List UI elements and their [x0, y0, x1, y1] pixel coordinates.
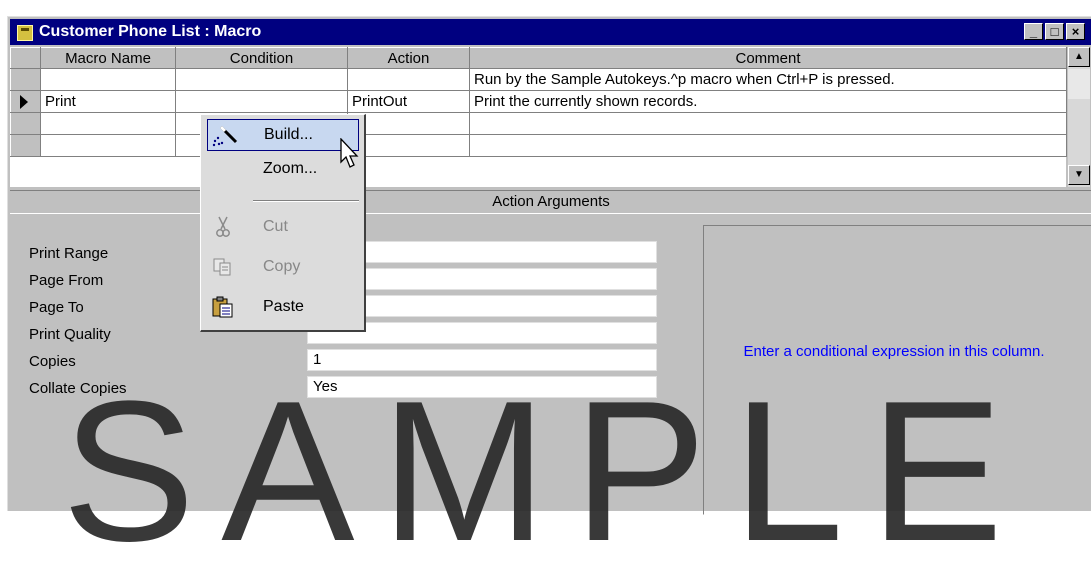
menu-item-build[interactable]: Build...	[207, 119, 359, 151]
comment-cell[interactable]: Print the currently shown records.	[469, 90, 1067, 113]
page-to-label: Page To	[29, 299, 84, 316]
scissors-icon	[211, 216, 235, 238]
page-from-label: Page From	[29, 272, 104, 289]
close-button[interactable]: ×	[1066, 23, 1085, 40]
macro-grid: Macro Name Condition Action Comment Run …	[10, 47, 1067, 187]
paste-clipboard-icon	[211, 296, 235, 318]
action-cell[interactable]: PrintOut	[347, 90, 470, 113]
header-corner[interactable]	[10, 47, 41, 69]
help-hint-text: Enter a conditional expression in this c…	[743, 343, 1045, 360]
copies-label: Copies	[29, 353, 76, 370]
condition-cell[interactable]	[175, 68, 348, 91]
build-wand-icon	[212, 125, 238, 147]
scroll-down-icon[interactable]: ▼	[1068, 165, 1090, 185]
current-row-pointer-icon	[20, 95, 28, 109]
comment-cell[interactable]	[469, 112, 1067, 135]
collate-copies-label: Collate Copies	[29, 380, 127, 397]
table-row	[10, 134, 1067, 157]
menu-item-cut[interactable]: Cut	[207, 211, 359, 243]
macro-name-cell[interactable]	[40, 68, 176, 91]
scroll-up-icon[interactable]: ▲	[1068, 47, 1090, 67]
print-range-label: Print Range	[29, 245, 109, 262]
macro-window-icon	[17, 25, 33, 41]
table-row	[10, 112, 1067, 135]
column-header-comment[interactable]: Comment	[469, 47, 1067, 69]
action-cell[interactable]	[347, 68, 470, 91]
scroll-thumb[interactable]	[1068, 69, 1090, 99]
menu-item-label: Build...	[264, 126, 313, 143]
menu-item-label: Paste	[263, 298, 304, 315]
table-row: Run by the Sample Autokeys.^p macro when…	[10, 68, 1067, 91]
maximize-button[interactable]: □	[1045, 23, 1064, 40]
row-selector[interactable]	[10, 90, 41, 113]
macro-name-cell[interactable]	[40, 112, 176, 135]
action-arguments-header: Action Arguments	[10, 190, 1091, 214]
column-header-macro-name[interactable]: Macro Name	[40, 47, 176, 69]
table-row: Print PrintOut Print the currently shown…	[10, 90, 1067, 113]
title-bar[interactable]: Customer Phone List : Macro _ □ ×	[10, 19, 1091, 45]
column-header-action[interactable]: Action	[347, 47, 470, 69]
row-selector[interactable]	[10, 112, 41, 135]
menu-item-zoom[interactable]: Zoom...	[207, 153, 359, 185]
macro-name-cell[interactable]	[40, 134, 176, 157]
menu-item-label: Copy	[263, 258, 301, 275]
copies-field[interactable]: 1	[307, 349, 657, 371]
menu-item-copy[interactable]: Copy	[207, 251, 359, 283]
copy-icon	[211, 256, 235, 278]
condition-cell[interactable]	[175, 90, 348, 113]
help-hint-box: Enter a conditional expression in this c…	[703, 225, 1091, 515]
collate-copies-field[interactable]: Yes	[307, 376, 657, 398]
menu-separator	[253, 200, 359, 202]
window-title: Customer Phone List : Macro	[39, 23, 262, 40]
menu-item-paste[interactable]: Paste	[207, 291, 359, 323]
comment-cell[interactable]: Run by the Sample Autokeys.^p macro when…	[469, 68, 1067, 91]
macro-window: Customer Phone List : Macro _ □ × Macro …	[7, 16, 1091, 515]
menu-item-label: Cut	[263, 218, 288, 235]
vertical-scrollbar[interactable]: ▲ ▼	[1068, 47, 1090, 187]
grid-header-row: Macro Name Condition Action Comment	[10, 47, 1067, 69]
minimize-button[interactable]: _	[1024, 23, 1043, 40]
column-header-condition[interactable]: Condition	[175, 47, 348, 69]
row-selector[interactable]	[10, 68, 41, 91]
menu-item-label: Zoom...	[263, 160, 318, 177]
row-selector[interactable]	[10, 134, 41, 157]
comment-cell[interactable]	[469, 134, 1067, 157]
mouse-pointer-icon	[340, 138, 359, 168]
print-quality-label: Print Quality	[29, 326, 111, 343]
macro-name-cell[interactable]: Print	[40, 90, 176, 113]
